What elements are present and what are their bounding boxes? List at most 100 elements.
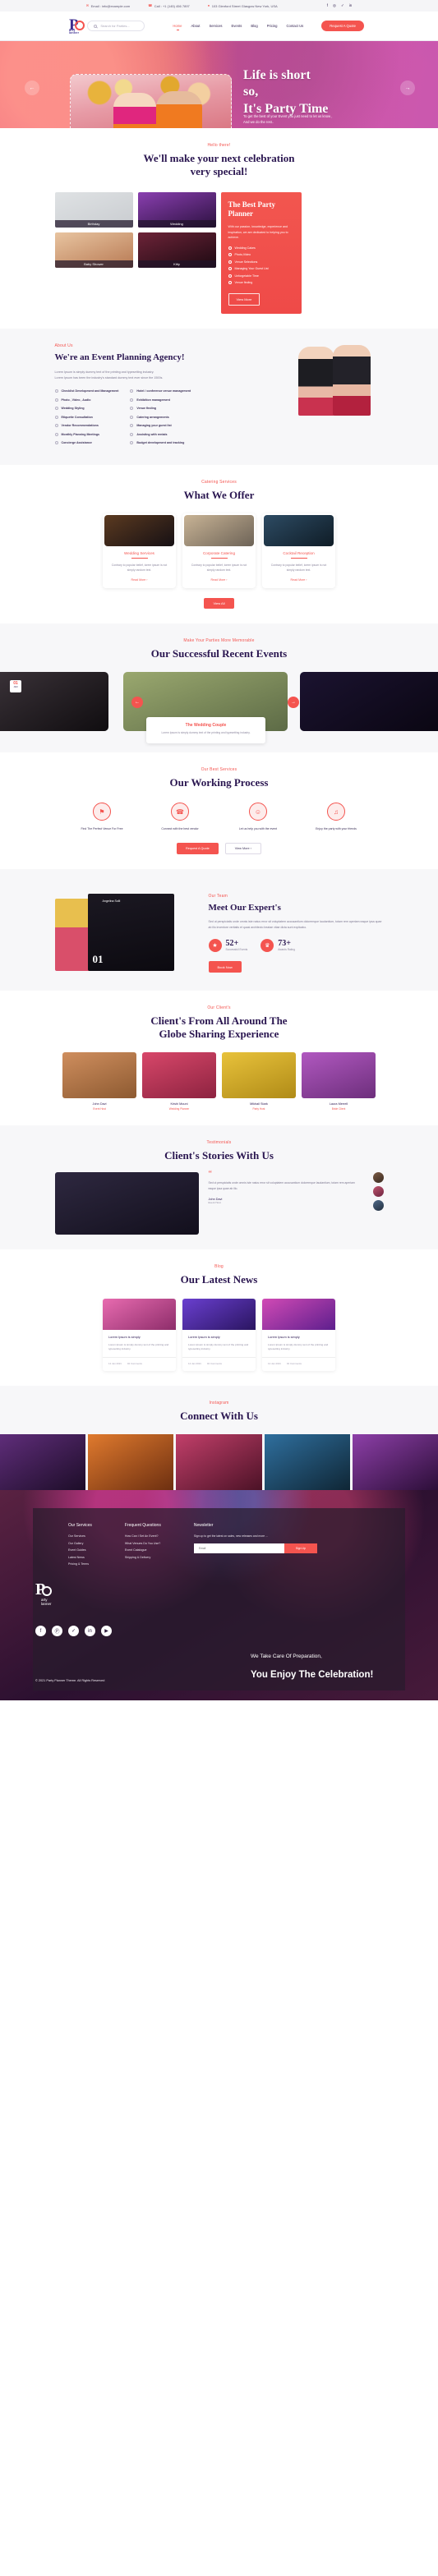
- photo-kitty[interactable]: Kitty: [137, 232, 216, 268]
- instagram-photo[interactable]: [88, 1434, 174, 1491]
- hero-prev-button[interactable]: ←: [25, 80, 39, 95]
- service-card[interactable]: Corporate Catering Contrary to popular b…: [182, 513, 256, 588]
- footer-link-our-gallery[interactable]: Our Gallery: [68, 1542, 92, 1545]
- avatar[interactable]: [372, 1200, 384, 1212]
- team-member-number: 01: [92, 952, 104, 965]
- event-slide-right[interactable]: [300, 672, 438, 732]
- process-view-more-button[interactable]: View More ›: [224, 842, 261, 854]
- service-card[interactable]: Wedding Services Contrary to popular bel…: [103, 513, 176, 588]
- nav-item-blog[interactable]: Blog: [251, 24, 257, 28]
- pinterest-icon[interactable]: Ⓟ: [52, 1626, 62, 1637]
- blog-card[interactable]: Lorem Ipsum is simply Lorem Ipsum is sim…: [262, 1298, 335, 1372]
- services-title: What We Offer: [183, 488, 255, 501]
- topbar-email[interactable]: ✉ Email : info@example.com: [86, 4, 131, 8]
- process-request-quote-button[interactable]: Request A Quote: [177, 842, 219, 854]
- blog-card[interactable]: Lorem Ipsum is simply Lorem Ipsum is sim…: [103, 1298, 176, 1372]
- site-logo[interactable]: P arty lanner: [69, 17, 85, 35]
- newsletter-signup-button[interactable]: Sign Up: [284, 1543, 317, 1554]
- search-input[interactable]: Search for Parties...: [87, 21, 145, 31]
- client-card[interactable]: Krishi Mouni Wedding Planner: [142, 1052, 216, 1111]
- events-slider: 01 JAN ← → The Wedding Couple Lorem Ipsu…: [0, 672, 438, 744]
- stat-awards: ♛ 73+ Awards Rating: [260, 939, 295, 953]
- photo-baby-shower[interactable]: Baby Shower: [54, 232, 133, 268]
- instagram-photo[interactable]: [176, 1434, 262, 1491]
- twitter-icon[interactable]: ✓: [68, 1626, 79, 1637]
- linkedin-icon[interactable]: in: [85, 1626, 95, 1637]
- footer-tagline-line1: We Take Care Of Preparation,: [251, 1653, 322, 1659]
- nav-item-about[interactable]: About: [191, 24, 200, 28]
- newsletter-email-input[interactable]: [193, 1543, 284, 1554]
- stat-label: Awards Rating: [278, 948, 295, 952]
- photo-wedding[interactable]: Wedding: [137, 191, 216, 228]
- team-member-name: Angelina Solli: [102, 899, 121, 903]
- view-more-button[interactable]: View More: [228, 292, 260, 306]
- blog-post-comments: 02 Comments: [286, 1362, 302, 1366]
- request-quote-button[interactable]: Request A Quote: [321, 21, 364, 31]
- linkedin-icon[interactable]: in: [349, 3, 353, 8]
- instagram-photo[interactable]: [0, 1434, 86, 1491]
- about-features-right: Hotel / conference venue management Exhi…: [130, 389, 191, 450]
- hero-heading-line2: so,: [243, 85, 259, 99]
- stat-events: ★ 52+ Successfull Events: [208, 939, 248, 953]
- client-card[interactable]: Mikhail Stark Party Host: [222, 1052, 296, 1111]
- events-prev-button[interactable]: ←: [131, 697, 143, 709]
- footer-link-latest-news[interactable]: Latest News: [68, 1556, 92, 1559]
- youtube-icon[interactable]: ▶: [101, 1626, 112, 1637]
- instagram-photo[interactable]: [352, 1434, 438, 1491]
- list-item: Vendor Recommendations: [54, 424, 119, 428]
- instagram-photo[interactable]: [264, 1434, 350, 1491]
- footer-link-set-event[interactable]: How Can I Set An Event?: [125, 1534, 161, 1538]
- read-more-link[interactable]: Read More ›: [131, 578, 148, 582]
- footer-logo-text-planner: lanner: [41, 1602, 52, 1607]
- hero-photo: [70, 74, 232, 128]
- nav-item-home[interactable]: Home: [173, 24, 182, 30]
- blog-eyebrow: Blog: [214, 1264, 224, 1270]
- view-all-services-button[interactable]: View All: [203, 597, 235, 609]
- read-more-link[interactable]: Read More ›: [211, 578, 228, 582]
- nav-item-contact[interactable]: Contact Us: [287, 24, 304, 28]
- instagram-icon[interactable]: ◎: [333, 3, 336, 8]
- client-card[interactable]: John Davi Event Host: [62, 1052, 136, 1111]
- testimonials-section: Testimonials Client's Stories With Us “ …: [0, 1125, 438, 1250]
- card-title: The Best Party Planner: [228, 200, 276, 218]
- topbar-address-label: 103 Glenford Street Glasgow New York, US…: [211, 3, 278, 8]
- avatar[interactable]: [372, 1186, 384, 1198]
- topbar-phone[interactable]: ☎ Call : +1 (145) 456 7897: [148, 4, 190, 8]
- best-party-planner-card: The Best Party Planner With our passion,…: [220, 191, 302, 314]
- team-title: Meet Our Expert's: [208, 902, 281, 913]
- photo-birthday[interactable]: Birthday: [54, 191, 133, 228]
- check-icon: [228, 267, 232, 271]
- footer-link-event-guides[interactable]: Event Guides: [68, 1548, 92, 1552]
- footer-link-pricing-terms[interactable]: Pricing & Terms: [68, 1562, 92, 1566]
- hero-subtitle-line1: To get the best of your Event you just n…: [243, 114, 333, 118]
- testimonials-eyebrow: Testimonials: [206, 1140, 232, 1146]
- hero-next-button[interactable]: →: [400, 80, 415, 95]
- celebration-title-line1: We'll make your next celebration: [143, 152, 295, 164]
- footer-link-shipping[interactable]: Shipping & Delivery: [125, 1556, 161, 1559]
- clients-title-line1: Client's From All Around The: [150, 1014, 288, 1027]
- book-now-button[interactable]: Book Now: [208, 961, 242, 973]
- nav-item-events[interactable]: Events: [232, 24, 242, 28]
- footer-logo-mark: P: [35, 1581, 52, 1598]
- nav-item-pricing[interactable]: Pricing: [267, 24, 278, 28]
- footer-link-event-catalogue[interactable]: Event Catalogue: [125, 1548, 161, 1552]
- read-more-link[interactable]: Read More ›: [291, 578, 307, 582]
- client-card[interactable]: Laura Merrell Bride Client: [302, 1052, 376, 1111]
- list-item: Wedding Styling: [54, 407, 119, 411]
- events-next-button[interactable]: →: [288, 697, 299, 709]
- blog-post-meta: 12 Jan 2021 02 Comments: [182, 1357, 256, 1365]
- stat-label: Successfull Events: [225, 948, 248, 952]
- newsletter-form: Sign Up: [193, 1543, 317, 1554]
- blog-card[interactable]: Lorem Ipsum is simply Lorem Ipsum is sim…: [182, 1298, 256, 1372]
- facebook-icon[interactable]: f: [35, 1626, 46, 1637]
- avatar[interactable]: [372, 1172, 384, 1184]
- footer-logo[interactable]: P arty lanner: [35, 1581, 52, 1607]
- facebook-icon[interactable]: f: [327, 3, 328, 8]
- footer-link-our-services[interactable]: Our Services: [68, 1534, 92, 1538]
- bullet-icon: [130, 398, 134, 402]
- twitter-icon[interactable]: ✓: [341, 3, 344, 8]
- footer-tagline: We Take Care Of Preparation, You Enjoy T…: [251, 1654, 399, 1682]
- nav-item-services[interactable]: Services: [209, 24, 222, 28]
- service-card[interactable]: Cocktail Reception Contrary to popular b…: [262, 513, 335, 588]
- footer-link-venues[interactable]: What Venues Do You Use?: [125, 1542, 161, 1545]
